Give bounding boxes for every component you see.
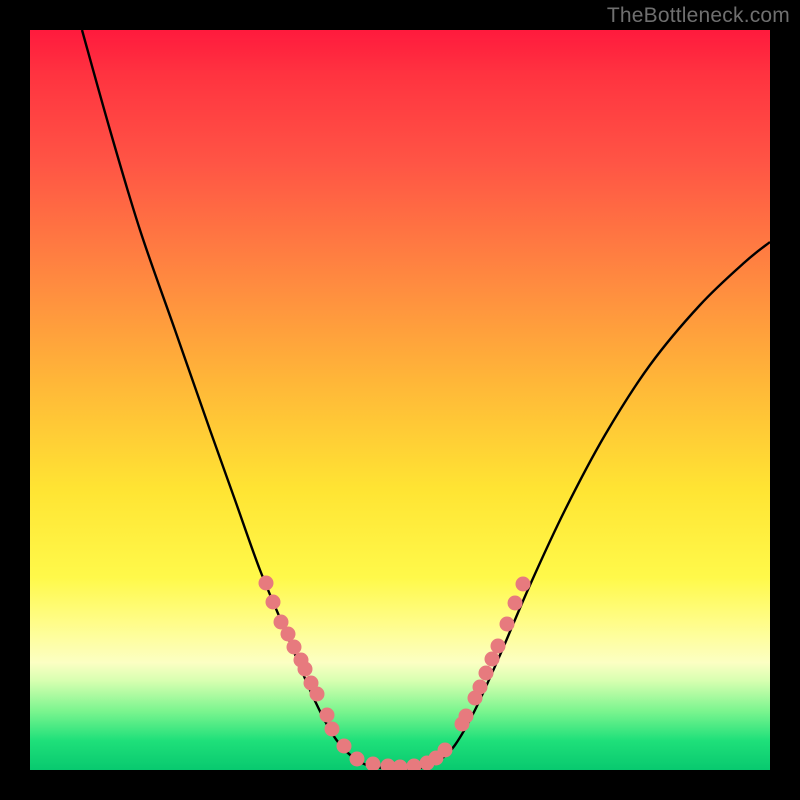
data-point — [310, 687, 325, 702]
data-point — [393, 760, 408, 771]
data-point — [350, 752, 365, 767]
data-point — [298, 662, 313, 677]
data-point — [438, 743, 453, 758]
data-point — [491, 639, 506, 654]
data-point — [266, 595, 281, 610]
data-point — [325, 722, 340, 737]
bottleneck-curve — [82, 30, 770, 768]
data-point — [473, 680, 488, 695]
chart-svg — [30, 30, 770, 770]
data-point — [320, 708, 335, 723]
data-points — [259, 576, 531, 771]
data-point — [287, 640, 302, 655]
data-point — [337, 739, 352, 754]
chart-area — [30, 30, 770, 770]
data-point — [281, 627, 296, 642]
data-point — [508, 596, 523, 611]
data-point — [479, 666, 494, 681]
data-point — [516, 577, 531, 592]
data-point — [366, 757, 381, 771]
data-point — [259, 576, 274, 591]
watermark-text: TheBottleneck.com — [607, 4, 790, 28]
data-point — [459, 709, 474, 724]
data-point — [485, 652, 500, 667]
data-point — [500, 617, 515, 632]
data-point — [407, 759, 422, 771]
